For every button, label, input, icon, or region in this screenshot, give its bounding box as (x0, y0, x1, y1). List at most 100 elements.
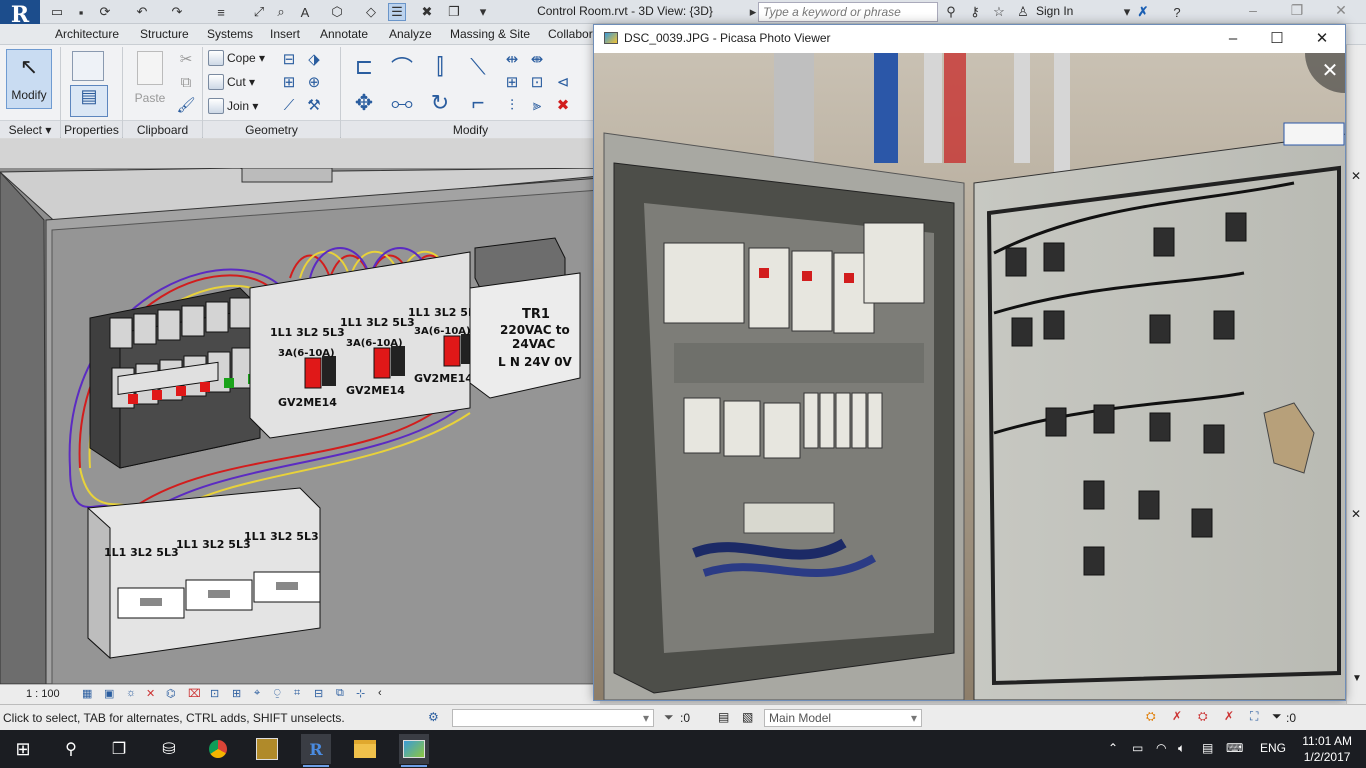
undo-icon[interactable]: ↶ (133, 3, 151, 21)
help-search-input[interactable]: Type a keyword or phrase (758, 2, 938, 22)
battery-icon[interactable]: ▭ (1132, 741, 1143, 755)
type-properties-button[interactable] (68, 51, 108, 81)
tab-massing-site[interactable]: Massing & Site (450, 27, 530, 41)
panel-select-label[interactable]: Select ▾ (0, 120, 60, 138)
cad-app-icon[interactable] (252, 734, 282, 764)
binoculars-icon[interactable]: ⚲ (942, 3, 960, 21)
open-icon[interactable]: ▭ (48, 3, 66, 21)
system-clock[interactable]: 11:01 AM 1/2/2017 (1302, 733, 1352, 765)
rotate-icon[interactable]: ↻ (426, 89, 454, 117)
shadows-icon[interactable]: ✕ (146, 687, 155, 700)
volume-icon[interactable]: 🔈︎ (1178, 741, 1185, 756)
drag-elements-icon[interactable]: ⛶ (1250, 709, 1258, 724)
scroll-left-icon[interactable]: ‹ (378, 687, 382, 699)
close-panel-icon-bottom[interactable]: ✕ (1351, 507, 1361, 521)
select-by-face-icon[interactable]: ✗ (1224, 709, 1234, 723)
copy-icon[interactable]: ⧉ (176, 72, 196, 92)
tab-analyze[interactable]: Analyze (389, 27, 432, 41)
mirror-draw-icon[interactable]: ⟍ (464, 53, 492, 81)
crop-region-icon[interactable]: ⊡ (210, 687, 219, 700)
subscription-icon[interactable]: ⚷ (966, 3, 984, 21)
task-view-icon[interactable]: ❐ (104, 734, 134, 764)
hammer-icon[interactable]: ⚒ (304, 95, 324, 115)
input-language[interactable]: ENG (1260, 741, 1286, 755)
show-hidden-icons[interactable]: ⌃ (1108, 741, 1118, 755)
picasa-close-button[interactable]: ✕ (1299, 28, 1345, 50)
select-pinned-icon[interactable]: ⛭ (1198, 709, 1208, 724)
paste-button[interactable]: Paste (130, 51, 170, 105)
tab-structure[interactable]: Structure (140, 27, 189, 41)
detail-level-icon[interactable]: ▦ (82, 687, 92, 700)
tab-collaborate[interactable]: Collabor (548, 27, 593, 41)
switch-windows-icon[interactable]: ❐ (445, 3, 463, 21)
split-face-icon[interactable]: ⊟ (279, 49, 299, 69)
linework-icon[interactable]: ⟋ (279, 95, 299, 115)
align-icon[interactable]: ⊏ (350, 53, 378, 81)
keyboard-icon[interactable]: ⌨ (1226, 741, 1243, 755)
exchange-apps-icon[interactable]: ✗ (1134, 3, 1152, 21)
selection-filter-icon[interactable]: ⏷ (1272, 709, 1282, 724)
scroll-down-icon[interactable]: ▼ (1352, 673, 1362, 684)
search-icon[interactable]: ⚲ (56, 734, 86, 764)
split-element-icon[interactable]: ⇹ (502, 49, 522, 69)
picasa-taskbar-icon[interactable] (399, 734, 429, 764)
picasa-minimize-button[interactable]: – (1210, 28, 1256, 50)
tab-insert[interactable]: Insert (270, 27, 300, 41)
start-windows-icon[interactable]: ⊞ (8, 734, 38, 764)
mirror-axis-icon[interactable]: ⫿ (426, 53, 454, 81)
workset-select[interactable]: ▾ (452, 709, 654, 727)
text-icon[interactable]: A (296, 3, 314, 21)
demolish-icon[interactable]: ⊕ (304, 72, 324, 92)
revit-taskbar-icon[interactable]: R (301, 734, 331, 764)
cut-scissors-icon[interactable]: ✂ (176, 49, 196, 69)
select-links-icon[interactable]: ⛭ (1146, 709, 1156, 724)
editing-requests-icon[interactable]: ▤ (718, 710, 729, 724)
notifications-icon[interactable]: ▤ (1202, 741, 1213, 755)
favorites-star-icon[interactable]: ☆ (990, 3, 1008, 21)
copy-elements-icon[interactable]: ⧟ (388, 89, 416, 117)
wifi-icon[interactable]: ◠ (1156, 741, 1166, 755)
worksets-icon[interactable]: ⚙ (428, 710, 439, 724)
measure-icon[interactable]: ≡ (212, 3, 230, 21)
user-icon[interactable]: ♙ (1014, 3, 1032, 21)
filter-icon[interactable]: ⏷ (664, 710, 674, 725)
tag-icon[interactable]: ⌕ (272, 3, 290, 21)
chrome-icon[interactable] (203, 734, 233, 764)
trim-multiple-icon[interactable]: ⫶ (502, 95, 522, 115)
tab-architecture[interactable]: Architecture (55, 27, 119, 41)
crop-view-icon[interactable]: ⌧ (188, 687, 201, 700)
revit-minimize-button[interactable]: – (1236, 2, 1270, 22)
file-explorer-icon[interactable] (350, 734, 380, 764)
visual-style-icon[interactable]: ▣ (104, 687, 114, 700)
thin-lines-icon[interactable]: ☰ (388, 3, 406, 21)
sign-in-button[interactable]: Sign In (1036, 4, 1073, 18)
store-icon[interactable]: ⛁ (154, 734, 184, 764)
render-icon[interactable]: ⌬ (166, 687, 176, 700)
modify-button[interactable]: ↖ Modify (6, 49, 52, 109)
delete-icon[interactable]: ✖ (553, 95, 573, 115)
save-icon[interactable]: ▪ (72, 3, 90, 21)
sync-icon[interactable]: ⟳ (96, 3, 114, 21)
select-underlay-icon[interactable]: ✗ (1172, 709, 1182, 723)
revit-close-button[interactable]: ✕ (1324, 2, 1358, 22)
redo-icon[interactable]: ↷ (168, 3, 186, 21)
reveal-constraints-icon[interactable]: ⊹ (356, 687, 365, 700)
move-icon[interactable]: ✥ (350, 89, 378, 117)
3d-view-icon[interactable]: ⬡ (328, 3, 346, 21)
view-scale[interactable]: 1 : 100 (26, 688, 60, 700)
worksharing-icon[interactable]: ⧉ (336, 687, 344, 700)
revit-restore-button[interactable]: ❐ (1280, 2, 1314, 22)
close-panel-icon-top[interactable]: ✕ (1351, 169, 1361, 183)
design-option-select[interactable]: Main Model ▾ (764, 709, 922, 727)
photo-image[interactable]: ✕ (594, 53, 1345, 700)
array-icon[interactable]: ⊞ (502, 72, 522, 92)
help-icon[interactable]: ? (1168, 3, 1186, 21)
temp-hide-icon[interactable]: ⌖ (254, 687, 260, 700)
match-type-icon[interactable]: 🖌 (176, 95, 196, 115)
extend-icon[interactable]: ⫸ (527, 95, 547, 115)
join-button[interactable]: Join ▾ (208, 98, 258, 114)
trim-icon[interactable]: ⌐ (464, 89, 492, 117)
properties-button[interactable]: ▤ (70, 85, 108, 117)
sun-path-icon[interactable]: ☼ (126, 687, 136, 699)
scale-icon[interactable]: ⊡ (527, 72, 547, 92)
